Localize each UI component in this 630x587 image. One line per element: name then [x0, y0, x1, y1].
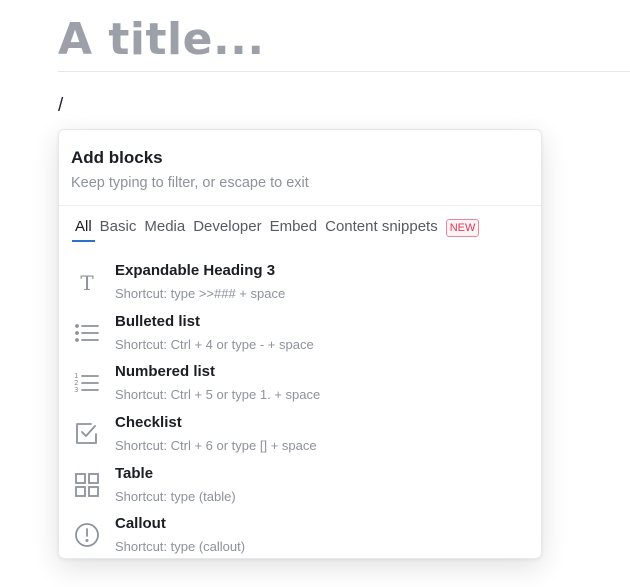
add-blocks-menu: Add blocks Keep typing to filter, or esc… [58, 129, 542, 559]
checkbox-icon [73, 420, 101, 448]
block-item-bulleted-list[interactable]: Bulleted list Shortcut: Ctrl + 4 or type… [59, 311, 541, 361]
block-item-table[interactable]: Table Shortcut: type (table) [59, 463, 541, 513]
svg-text:T: T [80, 271, 94, 295]
menu-title: Add blocks [71, 148, 163, 167]
tab-content-snippets[interactable]: Content snippets [325, 218, 438, 240]
slash-command-input[interactable]: / [58, 95, 63, 117]
block-item-name: Table [115, 465, 154, 482]
exclamation-circle-icon [73, 521, 101, 549]
tab-basic[interactable]: Basic [100, 218, 137, 240]
page-title-placeholder[interactable]: A title... [58, 14, 265, 65]
block-item-shortcut: Shortcut: Ctrl + 6 or type [] + space [115, 438, 317, 453]
menu-subtitle: Keep typing to filter, or escape to exit [71, 175, 309, 191]
category-tabs: All Basic Media Developer Embed Content … [72, 218, 480, 248]
block-item-name: Callout [115, 515, 166, 532]
block-item-shortcut: Shortcut: type (callout) [115, 539, 246, 554]
block-item-shortcut: Shortcut: Ctrl + 5 or type 1. + space [115, 387, 321, 402]
block-item-name: Checklist [115, 414, 182, 431]
block-item-numbered-list[interactable]: 1 2 3 Numbered list Shortcut: Ctrl + 5 o… [59, 361, 541, 411]
numbered-list-icon: 1 2 3 [73, 369, 101, 397]
block-item-checklist[interactable]: Checklist Shortcut: Ctrl + 6 or type [] … [59, 412, 541, 462]
block-item-name: Expandable Heading 3 [115, 262, 276, 279]
tab-all[interactable]: All [72, 218, 95, 242]
tab-media[interactable]: Media [144, 218, 185, 240]
tab-embed[interactable]: Embed [270, 218, 318, 240]
block-item-name: Bulleted list [115, 313, 201, 330]
text-icon: T [73, 268, 101, 296]
menu-header: Add blocks Keep typing to filter, or esc… [59, 130, 541, 206]
grid-icon [73, 471, 101, 499]
bulleted-list-icon [73, 319, 101, 347]
svg-text:3: 3 [74, 386, 78, 394]
block-item-shortcut: Shortcut: type >>### + space [115, 286, 286, 301]
title-divider [58, 71, 630, 72]
tab-developer[interactable]: Developer [193, 218, 261, 240]
block-item-shortcut: Shortcut: type (table) [115, 489, 236, 504]
block-item-name: Numbered list [115, 363, 216, 380]
block-item-shortcut: Shortcut: Ctrl + 4 or type - + space [115, 337, 314, 352]
block-item-callout[interactable]: Callout Shortcut: type (callout) [59, 513, 541, 558]
new-badge: NEW [445, 219, 480, 237]
block-item-expandable-heading-3[interactable]: T Expandable Heading 3 Shortcut: type >>… [59, 260, 541, 310]
